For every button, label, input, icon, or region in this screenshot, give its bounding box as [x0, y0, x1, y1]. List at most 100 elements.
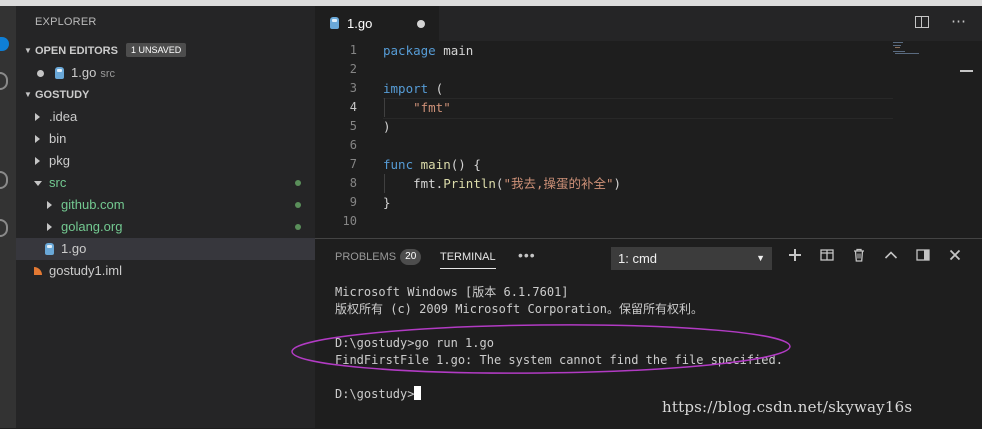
tab-1go[interactable]: 1.go — [315, 6, 439, 41]
tab-terminal[interactable]: TERMINAL — [440, 239, 496, 275]
chevron-right-icon — [47, 223, 52, 231]
tab-label: 1.go — [347, 16, 373, 31]
keyword: import — [383, 81, 429, 96]
string-literal: "我去,操蛋的补全" — [503, 176, 614, 191]
open-editor-filename: 1.go — [71, 65, 97, 80]
unsaved-dot-icon[interactable] — [37, 70, 44, 77]
open-editor-item[interactable]: 1.go src — [16, 62, 315, 84]
watermark: https://blog.csdn.net/skyway16s — [662, 398, 913, 416]
code-line-4: "fmt" — [383, 98, 451, 117]
split-editor-icon[interactable] — [915, 16, 929, 28]
tree-item-iml[interactable]: gostudy1.iml — [16, 260, 315, 282]
minimap-line — [893, 45, 901, 46]
go-file-icon — [45, 243, 54, 255]
debug-activity-icon[interactable] — [0, 171, 8, 189]
terminal-prompt: D:\gostudy> — [335, 387, 415, 401]
editor-tab-bar: 1.go ⋯ — [315, 6, 982, 41]
chevron-down-icon: ▼ — [24, 46, 32, 55]
open-editors-header[interactable]: ▼ OPEN EDITORS 1 UNSAVED — [16, 40, 315, 62]
maximize-panel-icon[interactable] — [915, 248, 931, 264]
rss-file-icon — [34, 267, 42, 275]
code-text: main — [435, 43, 474, 58]
chevron-right-icon — [35, 157, 40, 165]
open-editors-label: OPEN EDITORS — [35, 45, 118, 57]
tree-item-label: golang.org — [61, 219, 123, 234]
terminal-select[interactable]: 1: cmd ▼ — [611, 247, 772, 270]
tree-item-idea[interactable]: .idea — [16, 106, 315, 128]
current-line-highlight — [383, 98, 893, 119]
chevron-right-icon — [35, 113, 40, 121]
tree-item-bin[interactable]: bin — [16, 128, 315, 150]
code-text: } — [383, 195, 391, 210]
tree-item-label: pkg — [49, 153, 70, 168]
activity-bar — [0, 6, 16, 428]
code-line-1: package main — [383, 41, 473, 60]
terminal-label: TERMINAL — [440, 251, 496, 263]
keyword: package — [383, 43, 436, 58]
code-text: fmt. — [413, 176, 444, 191]
function-name: Println — [443, 176, 496, 191]
code-text: ) — [383, 119, 391, 134]
minimap-line — [895, 47, 900, 48]
go-file-icon — [55, 67, 64, 79]
chevron-up-icon[interactable] — [883, 248, 899, 264]
line-number: 5 — [349, 119, 357, 133]
split-terminal-icon[interactable] — [819, 248, 835, 264]
code-line-7: func main() { — [383, 155, 481, 174]
close-icon[interactable] — [947, 248, 963, 264]
search-activity-icon[interactable] — [0, 72, 8, 90]
annotation-ellipse — [291, 324, 791, 374]
line-number: 8 — [349, 176, 357, 190]
chevron-down-icon — [34, 181, 42, 186]
open-editor-folder: src — [100, 68, 115, 80]
unsaved-dot-icon[interactable] — [417, 20, 425, 28]
line-number: 9 — [349, 195, 357, 209]
minimap-line — [893, 51, 905, 52]
code-line-8: fmt.Println("我去,操蛋的补全") — [383, 174, 621, 193]
tree-item-github[interactable]: github.com — [16, 194, 315, 216]
tree-item-label: .idea — [49, 109, 78, 124]
workspace-label: GOSTUDY — [35, 89, 90, 101]
function-name: main — [420, 157, 451, 172]
terminal-output-line: 版权所有 (c) 2009 Microsoft Corporation。保留所有… — [335, 302, 703, 316]
workspace-header[interactable]: ▼ GOSTUDY — [16, 84, 315, 106]
tree-item-pkg[interactable]: pkg — [16, 150, 315, 172]
plus-icon[interactable] — [787, 248, 803, 264]
chevron-right-icon — [35, 135, 40, 143]
tree-item-src[interactable]: src — [16, 172, 315, 194]
tree-item-label: gostudy1.iml — [49, 263, 122, 278]
explorer-activity-icon[interactable] — [0, 37, 9, 51]
tab-problems[interactable]: PROBLEMS 20 — [335, 239, 422, 275]
tree-item-golang[interactable]: golang.org — [16, 216, 315, 238]
code-text: () { — [450, 157, 481, 172]
line-number: 4 — [349, 100, 357, 114]
problems-count-badge: 20 — [400, 249, 422, 265]
minimap-line — [895, 53, 919, 54]
editor-scrollbar[interactable] — [973, 41, 982, 238]
code-editor[interactable]: 1 2 3 4 5 6 7 8 9 10 package main import… — [315, 41, 982, 238]
more-actions-icon[interactable]: ⋯ — [951, 12, 967, 30]
tree-item-label: 1.go — [61, 241, 87, 256]
trash-icon[interactable] — [851, 248, 867, 264]
line-number: 6 — [349, 138, 357, 152]
tree-item-1go[interactable]: 1.go — [16, 238, 315, 260]
terminal-prompt-line[interactable]: D:\gostudy> — [335, 386, 422, 403]
code-line-5: ) — [383, 117, 391, 136]
line-number: 7 — [349, 157, 357, 171]
line-number-gutter: 1 2 3 4 5 6 7 8 9 10 — [315, 41, 375, 238]
git-modified-dot-icon — [295, 224, 301, 230]
terminal-output-line: Microsoft Windows [版本 6.1.7601] — [335, 285, 569, 299]
line-number: 3 — [349, 81, 357, 95]
string-literal: "fmt" — [413, 100, 451, 115]
line-number: 2 — [349, 62, 357, 76]
chevron-right-icon — [47, 201, 52, 209]
go-file-icon — [330, 17, 339, 29]
terminal-cursor — [414, 386, 422, 400]
terminal-select-value: 1: cmd — [618, 251, 658, 266]
problems-label: PROBLEMS — [335, 251, 397, 263]
explorer-sidebar: EXPLORER ▼ OPEN EDITORS 1 UNSAVED 1.go src… — [16, 6, 315, 428]
extensions-activity-icon[interactable] — [0, 219, 8, 237]
more-actions-icon[interactable]: ••• — [518, 247, 536, 263]
overview-ruler-mark — [960, 70, 974, 72]
code-line-3: import ( — [383, 79, 443, 98]
